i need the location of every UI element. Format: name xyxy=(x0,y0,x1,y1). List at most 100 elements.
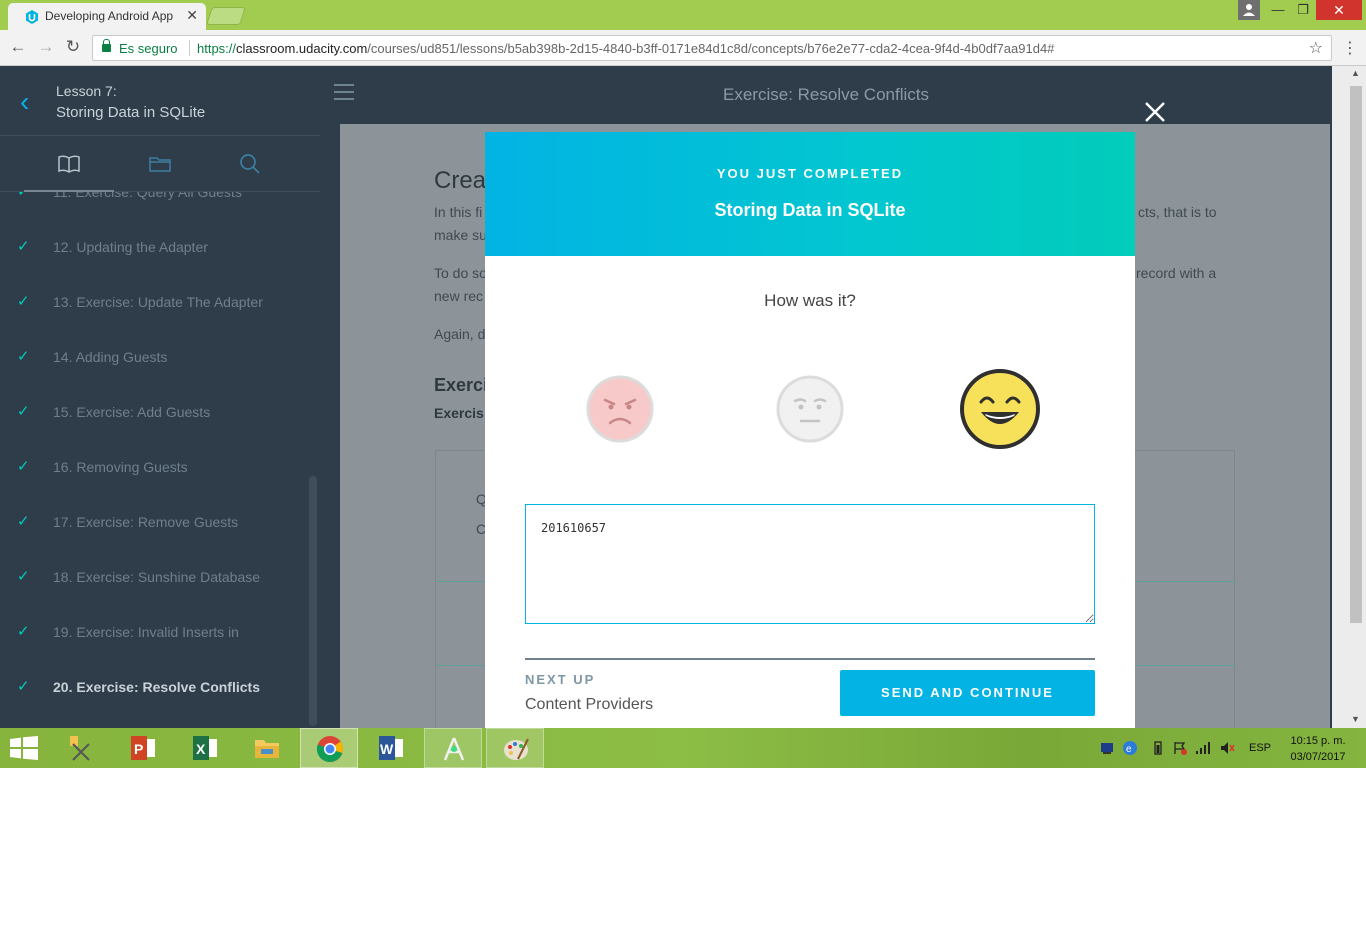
page-scrollbar[interactable]: ▲ ▼ xyxy=(1332,66,1366,728)
taskbar-android-studio[interactable] xyxy=(424,728,482,768)
signal-bars-icon[interactable] xyxy=(1195,740,1211,756)
taskbar-paint[interactable] xyxy=(486,728,544,768)
next-up-label: NEXT UP xyxy=(525,672,596,687)
concept-title: 14. Adding Guests xyxy=(53,349,168,365)
taskbar-word[interactable]: W xyxy=(362,728,420,768)
check-icon: ✓ xyxy=(17,458,30,475)
bookmark-star-icon[interactable]: ☆ xyxy=(1309,38,1323,58)
check-icon: ✓ xyxy=(17,348,30,365)
concept-item[interactable]: ✓ 17. Exercise: Remove Guests xyxy=(0,498,300,553)
address-separator xyxy=(189,40,190,56)
check-icon: ✓ xyxy=(17,403,30,420)
concept-item[interactable]: ✓ 18. Exercise: Sunshine Database xyxy=(0,553,300,608)
taskbar-file-explorer[interactable] xyxy=(238,728,296,768)
content-text: In this fi xyxy=(434,204,483,220)
window-close-icon[interactable]: ✕ xyxy=(1316,0,1362,20)
udacity-logo-icon xyxy=(26,10,38,24)
sidebar-scrollbar[interactable] xyxy=(309,476,317,726)
system-clock[interactable]: 10:15 p. m. 03/07/2017 xyxy=(1282,733,1354,765)
concept-title: 12. Updating the Adapter xyxy=(53,239,208,255)
happy-face-icon[interactable] xyxy=(959,368,1041,450)
snipping-tool-icon xyxy=(70,736,90,761)
powerpoint-icon: P xyxy=(131,736,155,760)
action-center-flag-icon[interactable] xyxy=(1172,740,1188,756)
concept-item[interactable]: ✓ 16. Removing Guests xyxy=(0,443,300,498)
feedback-textarea[interactable]: 201610657 xyxy=(525,504,1095,624)
concept-item-active[interactable]: ✓ 20. Exercise: Resolve Conflicts xyxy=(0,663,300,718)
content-text: record with a xyxy=(1136,265,1217,281)
battery-icon[interactable] xyxy=(1150,740,1166,756)
reload-icon[interactable]: ↻ xyxy=(63,37,83,57)
windows-start-icon[interactable] xyxy=(10,736,38,760)
url-path: /courses/ud851/lessons/b5ab398b-2d15-484… xyxy=(367,41,1055,56)
concept-topbar: Exercise: Resolve Conflicts xyxy=(320,66,1332,124)
lesson-header: ‹ Lesson 7: Storing Data in SQLite xyxy=(0,66,320,136)
neutral-face-icon[interactable] xyxy=(775,374,845,444)
concept-item[interactable]: ✓ 12. Updating the Adapter xyxy=(0,223,300,278)
browser-tray-icon[interactable]: e xyxy=(1122,740,1138,756)
sidebar-tabs xyxy=(0,136,320,192)
restore-icon[interactable]: ❐ xyxy=(1290,0,1316,22)
folder-icon[interactable] xyxy=(148,152,172,176)
input-language[interactable]: ESP xyxy=(1249,742,1271,754)
paint-palette-icon xyxy=(504,738,529,760)
svg-text:P: P xyxy=(134,741,143,757)
modal-kicker: YOU JUST COMPLETED xyxy=(716,166,904,181)
chrome-menu-icon[interactable]: ⋮ xyxy=(1342,38,1358,58)
concept-item[interactable]: ✓ 14. Adding Guests xyxy=(0,333,300,388)
content-text: make su xyxy=(434,227,487,243)
concept-item[interactable]: ✓ 15. Exercise: Add Guests xyxy=(0,388,300,443)
concept-item[interactable]: ✓ 19. Exercise: Invalid Inserts in xyxy=(0,608,300,663)
concept-title: 13. Exercise: Update The Adapter xyxy=(53,294,263,310)
concept-title: 18. Exercise: Sunshine Database xyxy=(53,569,261,585)
scroll-up-arrow-icon[interactable]: ▲ xyxy=(1351,68,1360,78)
content-text: To do so xyxy=(434,265,487,281)
svg-text:W: W xyxy=(380,741,394,757)
excel-icon: X xyxy=(193,736,217,760)
new-tab-button[interactable] xyxy=(206,7,246,25)
concept-item[interactable]: ✓ 11. Exercise: Query All Guests xyxy=(0,192,300,223)
lock-icon xyxy=(102,39,111,52)
content-heading: Crea xyxy=(434,167,487,194)
taskbar-snipping-tool[interactable] xyxy=(52,728,110,768)
send-and-continue-button[interactable]: SEND AND CONTINUE xyxy=(840,670,1095,716)
address-bar[interactable]: Es seguro https://classroom.udacity.com/… xyxy=(92,35,1332,61)
taskbar-powerpoint[interactable]: P xyxy=(114,728,172,768)
user-profile-icon[interactable] xyxy=(1238,0,1260,20)
taskbar-excel[interactable]: X xyxy=(176,728,234,768)
modal-header: YOU JUST COMPLETED Storing Data in SQLit… xyxy=(485,132,1135,256)
content-text: cts, that is to xyxy=(1138,204,1217,220)
check-icon: ✓ xyxy=(17,623,30,640)
rating-question: How was it? xyxy=(764,291,856,310)
clock-time: 10:15 p. m. xyxy=(1290,735,1346,747)
svg-text:e: e xyxy=(1126,744,1132,755)
folder-icon xyxy=(255,740,279,758)
book-icon[interactable] xyxy=(57,152,81,176)
completion-modal: YOU JUST COMPLETED Storing Data in SQLit… xyxy=(485,132,1135,728)
browser-titlebar: Developing Android App ✕ — ❐ ✕ xyxy=(0,0,1366,30)
modal-divider xyxy=(525,658,1095,660)
scrollbar-thumb[interactable] xyxy=(1350,86,1362,623)
minimize-icon[interactable]: — xyxy=(1265,0,1291,22)
network-adapter-icon[interactable] xyxy=(1099,740,1115,756)
search-icon[interactable] xyxy=(238,152,262,176)
tab-close-icon[interactable]: ✕ xyxy=(186,7,198,24)
lesson-sidebar: ‹ Lesson 7: Storing Data in SQLite ✓ 11. … xyxy=(0,66,320,728)
volume-muted-icon[interactable] xyxy=(1219,740,1235,756)
browser-tab[interactable]: Developing Android App ✕ xyxy=(8,3,206,30)
url-text[interactable]: https://classroom.udacity.com/courses/ud… xyxy=(197,41,1054,56)
concept-title: 19. Exercise: Invalid Inserts in xyxy=(53,624,239,640)
forward-arrow-icon[interactable]: → xyxy=(36,37,56,57)
back-arrow-icon[interactable]: ← xyxy=(8,37,28,57)
content-text: Again, d xyxy=(434,326,486,342)
sad-face-icon[interactable] xyxy=(585,374,655,444)
taskbar-chrome[interactable] xyxy=(300,728,358,768)
back-chevron-icon[interactable]: ‹ xyxy=(20,86,29,118)
check-icon: ✓ xyxy=(17,238,30,255)
section-subheading: Exercis xyxy=(434,405,484,421)
scroll-down-arrow-icon[interactable]: ▼ xyxy=(1351,714,1360,724)
content-text: new rec xyxy=(434,288,484,304)
concept-item[interactable]: ✓ 13. Exercise: Update The Adapter xyxy=(0,278,300,333)
close-modal-icon[interactable] xyxy=(1143,100,1167,124)
lesson-name: Storing Data in SQLite xyxy=(56,104,206,121)
